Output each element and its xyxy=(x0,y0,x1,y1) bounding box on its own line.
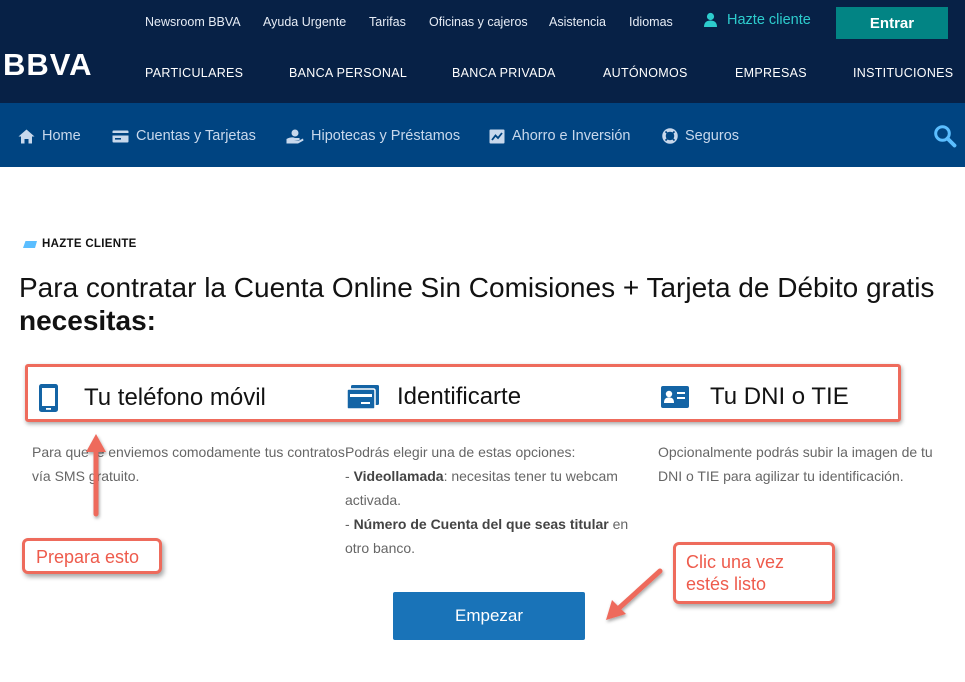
arrow-to-empezar xyxy=(606,568,663,620)
page: Newsroom BBVA Ayuda Urgente Tarifas Ofic… xyxy=(0,0,965,682)
arrow-up-to-mobile xyxy=(86,434,106,517)
annotation-arrows xyxy=(86,434,663,620)
